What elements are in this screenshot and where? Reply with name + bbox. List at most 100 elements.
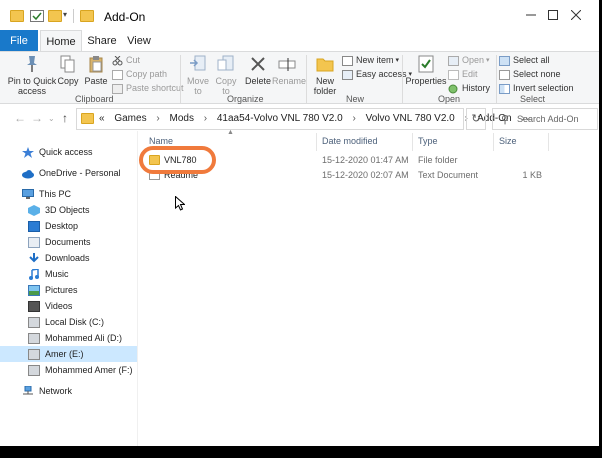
column-size[interactable]: Size [499, 136, 517, 146]
sidebar-item-drive-e[interactable]: Amer (E:) [0, 346, 137, 362]
new-item-icon [342, 55, 353, 66]
breadcrumb-volvo-pack[interactable]: 41aa54-Volvo VNL 780 V2.0 [217, 113, 343, 124]
video-icon [28, 300, 40, 312]
sidebar-item-label: Documents [45, 237, 91, 247]
sidebar-item-desktop[interactable]: Desktop [0, 218, 137, 234]
edit-button[interactable]: Edit [448, 68, 478, 81]
group-separator [180, 55, 181, 103]
music-icon [28, 267, 40, 280]
column-date-modified[interactable]: Date modified [322, 136, 378, 146]
sidebar-item-onedrive[interactable]: OneDrive - Personal [0, 165, 137, 181]
explorer-window: ▾ Add-On File Home Share View ⌄ ? Pin to… [0, 0, 599, 446]
sidebar-item-label: Music [45, 269, 69, 279]
column-divider[interactable] [316, 133, 317, 151]
new-item-button[interactable]: New item ▾ [342, 54, 399, 67]
copy-path-button[interactable]: Copy path [112, 68, 167, 81]
paste-button[interactable]: Paste [84, 54, 108, 86]
tab-home[interactable]: Home [40, 30, 82, 52]
tab-share[interactable]: Share [84, 30, 120, 52]
sidebar-item-pictures[interactable]: Pictures [0, 282, 137, 298]
open-group-label: Open [438, 94, 461, 104]
properties-button[interactable]: Properties [405, 54, 447, 86]
tab-view[interactable]: View [122, 30, 156, 52]
sidebar-item-this-pc[interactable]: This PC [0, 186, 137, 202]
properties-icon[interactable] [30, 10, 44, 22]
breadcrumb-games[interactable]: Games [114, 113, 146, 124]
sidebar-item-local-disk-c[interactable]: Local Disk (C:) [0, 314, 137, 330]
breadcrumb-overflow-icon[interactable]: « [99, 113, 105, 124]
paste-shortcut-button[interactable]: Paste shortcut [112, 82, 184, 95]
address-bar[interactable]: « Games › Mods › 41aa54-Volvo VNL 780 V2… [76, 108, 532, 130]
delete-button[interactable]: Delete [244, 54, 272, 86]
chevron-right-icon[interactable]: › [204, 113, 207, 124]
chevron-right-icon[interactable]: › [156, 113, 159, 124]
open-button[interactable]: Open ▾ [448, 54, 490, 67]
sidebar-item-videos[interactable]: Videos [0, 298, 137, 314]
sidebar-item-drive-f[interactable]: Mohammed Amer (F:) [0, 362, 137, 378]
folder-icon[interactable] [10, 10, 24, 22]
column-divider[interactable] [548, 133, 549, 151]
select-none-button[interactable]: Select none [499, 68, 561, 81]
close-button[interactable] [553, 0, 599, 30]
history-icon [448, 84, 459, 94]
copy-path-icon [112, 69, 123, 80]
cut-button[interactable]: Cut [112, 54, 140, 67]
rename-button[interactable]: Rename [272, 54, 306, 86]
sidebar-item-label: Mohammed Amer (F:) [45, 365, 133, 375]
select-all-button[interactable]: Select all [499, 54, 550, 67]
sidebar-item-music[interactable]: Music [0, 266, 137, 282]
file-size: 1 KB [522, 170, 542, 180]
sidebar-item-downloads[interactable]: Downloads [0, 250, 137, 266]
group-separator [306, 55, 307, 103]
clipboard-group-label: Clipboard [75, 94, 114, 104]
delete-icon [247, 54, 269, 74]
breadcrumb-mods[interactable]: Mods [169, 113, 193, 124]
customize-toolbar-icon[interactable]: ▾ [63, 10, 67, 19]
close-icon [571, 10, 581, 20]
highlight-ring [139, 146, 216, 174]
network-icon [22, 385, 34, 397]
refresh-button[interactable]: ↻ [466, 108, 486, 130]
move-to-button[interactable]: Move to [184, 54, 212, 96]
column-type[interactable]: Type [418, 136, 438, 146]
copy-button[interactable]: Copy [56, 54, 80, 86]
copy-to-button[interactable]: Copy to [212, 54, 240, 96]
recent-locations-icon[interactable]: ⌄ [48, 114, 55, 123]
back-arrow-icon[interactable]: ← [14, 111, 26, 125]
forward-arrow-icon[interactable]: → [31, 111, 43, 125]
mouse-cursor-icon [175, 196, 185, 211]
pin-icon [21, 54, 43, 74]
drive-icon [28, 364, 40, 376]
breadcrumb-volvo[interactable]: Volvo VNL 780 V2.0 [366, 113, 455, 124]
document-icon [28, 236, 40, 248]
sidebar-item-quick-access[interactable]: Quick access [0, 144, 137, 160]
edit-label: Edit [462, 69, 478, 79]
search-box[interactable]: ⚲ [492, 108, 598, 130]
title-bar: ▾ Add-On [0, 0, 599, 30]
new-folder-button[interactable]: New folder [310, 54, 340, 96]
tab-file[interactable]: File [0, 30, 38, 52]
sidebar-item-documents[interactable]: Documents [0, 234, 137, 250]
up-arrow-icon[interactable]: ↑ [62, 111, 68, 125]
ribbon-tabs: File Home Share View ⌄ ? [0, 30, 599, 78]
cut-label: Cut [126, 55, 141, 65]
pin-to-quick-access-button[interactable]: Pin to Quick access [6, 54, 58, 96]
new-folder-icon[interactable] [48, 10, 62, 22]
sidebar-item-network[interactable]: Network [0, 383, 137, 399]
sidebar-item-label: This PC [39, 189, 72, 199]
search-input[interactable] [517, 111, 597, 127]
sort-ascending-icon: ▲ [227, 129, 234, 136]
copy-label: Copy [57, 76, 79, 86]
column-name[interactable]: Name [149, 136, 173, 146]
new-item-label: New item [356, 55, 394, 65]
file-type: File folder [418, 155, 458, 165]
copy-icon [57, 54, 79, 74]
scissors-icon [112, 55, 123, 66]
sidebar-item-3d-objects[interactable]: 3D Objects [0, 202, 137, 218]
column-divider[interactable] [493, 133, 494, 151]
search-icon: ⚲ [501, 114, 510, 126]
navigation-bar: ← → ⌄ ↑ « Games › Mods › 41aa54-Volvo VN… [0, 105, 599, 131]
sidebar-item-drive-d[interactable]: Mohammed Ali (D:) [0, 330, 137, 346]
chevron-right-icon[interactable]: › [352, 113, 355, 124]
column-divider[interactable] [412, 133, 413, 151]
